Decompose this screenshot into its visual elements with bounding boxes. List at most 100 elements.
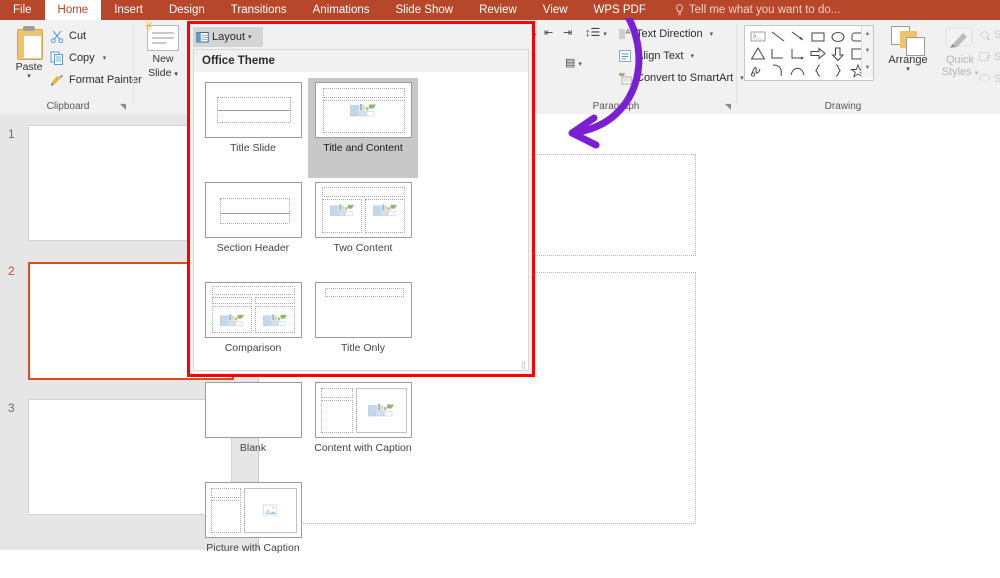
- layout-item-label: Title and Content: [323, 142, 403, 154]
- layout-item-two-content[interactable]: Two Content: [308, 178, 418, 278]
- shape-arrow-line-icon[interactable]: [788, 28, 808, 45]
- layout-item-picture-with-caption[interactable]: Picture with Caption: [198, 478, 308, 578]
- copy-caret-icon[interactable]: ▾: [103, 54, 107, 62]
- format-painter-button[interactable]: Format Painter: [50, 73, 142, 87]
- format-painter-label: Format Painter: [69, 74, 142, 86]
- shape-triangle-icon[interactable]: [748, 45, 768, 62]
- shape-down-arrow-icon[interactable]: [828, 45, 848, 62]
- slide-number: 3: [8, 401, 15, 415]
- tell-me-box[interactable]: Tell me what you want to do...: [665, 0, 851, 20]
- layout-thumbnail: [314, 182, 412, 238]
- layout-thumbnail: [204, 382, 302, 438]
- new-slide-caret-icon[interactable]: ▾: [174, 71, 178, 78]
- align-text-icon: [619, 50, 631, 62]
- paragraph-dialog-launcher[interactable]: ◥: [725, 102, 731, 111]
- shape-arc-icon[interactable]: [788, 62, 808, 79]
- arrange-icon: [891, 26, 925, 56]
- shape-fill-icon: [979, 29, 990, 41]
- align-text-caret-icon[interactable]: ▾: [691, 52, 695, 60]
- quick-styles-label-line2: Styles ▾: [941, 66, 979, 78]
- columns-button[interactable]: ▤ ▾: [565, 56, 582, 69]
- paste-caret-icon[interactable]: ▾: [8, 73, 50, 80]
- quick-styles-button[interactable]: Quick Styles ▾: [936, 26, 984, 80]
- layout-item-label: Title Only: [341, 342, 385, 354]
- layout-button[interactable]: Layout ▾: [193, 27, 263, 47]
- tab-design[interactable]: Design: [156, 0, 218, 20]
- tab-slide-show[interactable]: Slide Show: [383, 0, 467, 20]
- increase-indent-button[interactable]: ⇥: [563, 26, 572, 39]
- gallery-resize-grip[interactable]: ⣿: [521, 362, 526, 369]
- shape-curve-icon[interactable]: [768, 62, 788, 79]
- shape-elbow-connector-icon[interactable]: [768, 45, 788, 62]
- layout-item-blank[interactable]: Blank: [198, 378, 308, 478]
- decrease-indent-button[interactable]: ⇤: [544, 26, 553, 39]
- arrange-button[interactable]: Arrange ▾: [882, 26, 934, 73]
- new-slide-button[interactable]: ✳ New Slide ▾: [142, 20, 184, 81]
- shape-rectangle-icon[interactable]: [808, 28, 828, 45]
- layout-thumbnail: [314, 382, 412, 438]
- tab-insert[interactable]: Insert: [101, 0, 156, 20]
- text-direction-button[interactable]: A Text Direction ▾: [618, 27, 713, 41]
- shape-left-brace-icon[interactable]: [808, 62, 828, 79]
- shapes-gallery[interactable]: A ▲ ▼ ▼: [744, 25, 874, 81]
- copy-button[interactable]: Copy ▾: [50, 51, 106, 65]
- shape-elbow-arrow-icon[interactable]: [788, 45, 808, 62]
- shapes-more-icon[interactable]: ▼: [862, 60, 873, 77]
- ribbon-group-drawing: A ▲ ▼ ▼ Arrange ▾ Quick Styles ▾ S S S D…: [738, 20, 1000, 114]
- paste-button[interactable]: Paste ▾: [8, 26, 50, 80]
- align-text-label: Align Text: [636, 50, 684, 62]
- tab-animations[interactable]: Animations: [300, 0, 383, 20]
- ribbon-group-paragraph: ⇤ ⇥ ↕☰ ▾ ▤ ▾ A Text Direction ▾ Align Text…: [541, 20, 744, 114]
- tab-wps-pdf[interactable]: WPS PDF: [581, 0, 659, 20]
- layout-gallery[interactable]: Office Theme Title Slide Title and Conte…: [193, 49, 529, 554]
- content-mini-icon: [329, 204, 354, 216]
- layout-item-title-only[interactable]: Title Only: [308, 278, 418, 378]
- convert-to-smartart-button[interactable]: Convert to SmartArt ▾: [618, 71, 744, 85]
- shape-freeform-scribble-icon[interactable]: [748, 62, 768, 79]
- shapes-gallery-scrollbar[interactable]: ▲ ▼ ▼: [861, 26, 873, 78]
- layout-item-title-and-content[interactable]: Title and Content: [308, 78, 418, 178]
- ribbon-group-slides: ✳ New Slide ▾: [135, 20, 191, 114]
- tell-me-label: Tell me what you want to do...: [688, 4, 841, 16]
- layout-item-label: Blank: [239, 442, 267, 454]
- tab-file[interactable]: File: [0, 0, 45, 20]
- layout-item-comparison[interactable]: Comparison: [198, 278, 308, 378]
- cut-button[interactable]: Cut: [50, 29, 86, 43]
- layout-item-content-with-caption[interactable]: Content with Caption: [308, 378, 418, 478]
- convert-to-smartart-label: Convert to SmartArt: [636, 72, 734, 84]
- shape-fill-button[interactable]: S: [978, 28, 1000, 41]
- tab-home[interactable]: Home: [44, 0, 102, 20]
- shape-right-arrow-icon[interactable]: [808, 45, 828, 62]
- shapes-scroll-up-icon[interactable]: ▲: [862, 26, 873, 43]
- ribbon-group-clipboard: Paste ▾ Cut Copy ▾ Format Painter Clipbo…: [0, 20, 142, 114]
- shape-outline-button[interactable]: S: [978, 50, 1000, 63]
- clipboard-dialog-launcher[interactable]: ◥: [120, 102, 126, 111]
- new-slide-label-line2: Slide ▾: [148, 67, 178, 79]
- text-direction-caret-icon[interactable]: ▾: [710, 30, 714, 38]
- layout-item-title-slide[interactable]: Title Slide: [198, 78, 308, 178]
- ribbon-tab-bar: File Home Insert Design Transitions Anim…: [0, 0, 1000, 20]
- content-mini-icon: [262, 314, 287, 326]
- tab-review[interactable]: Review: [466, 0, 530, 20]
- content-mini-icon: [367, 404, 394, 417]
- layout-caret-icon[interactable]: ▾: [248, 33, 252, 41]
- tab-transitions[interactable]: Transitions: [218, 0, 300, 20]
- shape-textbox-icon[interactable]: A: [748, 28, 768, 45]
- layout-thumbnail: [314, 82, 412, 138]
- shapes-scroll-down-icon[interactable]: ▼: [862, 43, 873, 60]
- tab-view[interactable]: View: [530, 0, 581, 20]
- line-spacing-button[interactable]: ↕☰ ▾: [585, 26, 607, 39]
- layout-gallery-heading: Office Theme: [194, 50, 528, 72]
- arrange-caret-icon[interactable]: ▾: [882, 66, 934, 73]
- align-text-button[interactable]: Align Text ▾: [618, 49, 694, 63]
- layout-item-section-header[interactable]: Section Header: [198, 178, 308, 278]
- paintbrush-icon: [51, 74, 63, 86]
- text-direction-icon: A: [619, 29, 631, 39]
- slide-number: 1: [8, 127, 15, 141]
- shape-right-brace-icon[interactable]: [828, 62, 848, 79]
- layout-dropdown-panel[interactable]: Layout ▾ Office Theme Title Slide Title …: [190, 24, 532, 554]
- lightbulb-icon: [675, 4, 683, 16]
- shape-effects-button[interactable]: S: [978, 72, 1000, 85]
- shape-oval-icon[interactable]: [828, 28, 848, 45]
- shape-line-icon[interactable]: [768, 28, 788, 45]
